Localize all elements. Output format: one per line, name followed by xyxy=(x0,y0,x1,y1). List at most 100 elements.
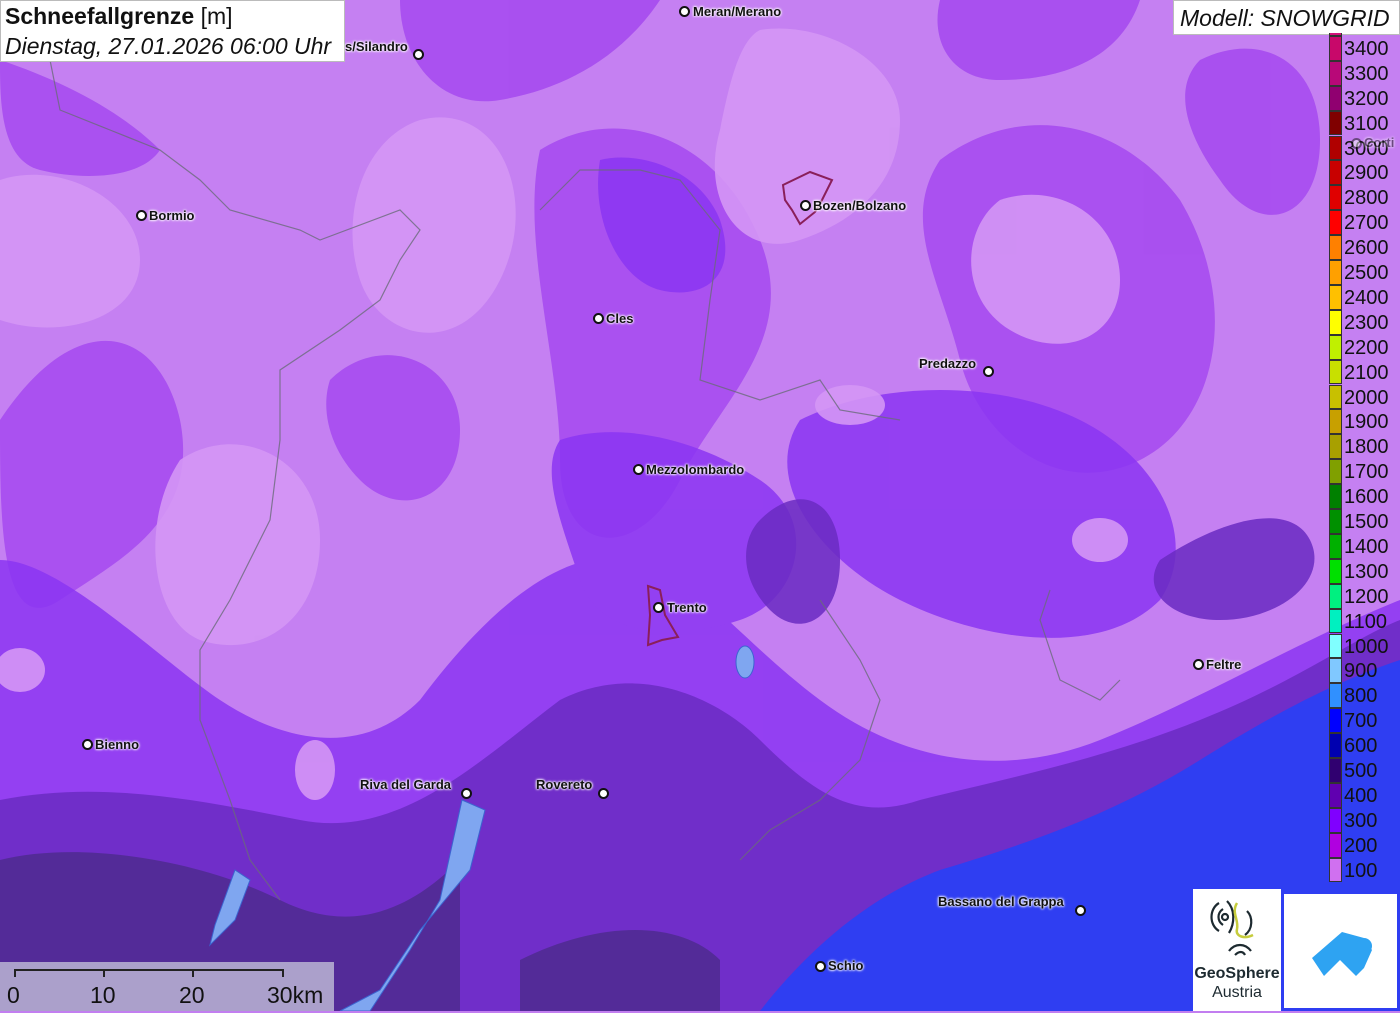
legend-swatch xyxy=(1329,359,1342,385)
city-dot[interactable] xyxy=(136,210,147,221)
legend-row: 3300 xyxy=(1329,60,1400,86)
legend-label: 1700 xyxy=(1344,461,1389,484)
mountain-cloud-icon xyxy=(1312,932,1372,976)
forecast-datetime: Dienstag, 27.01.2026 06:00 Uhr xyxy=(5,33,332,59)
legend-label: 400 xyxy=(1344,784,1378,807)
city-label-rovereto[interactable]: Rovereto xyxy=(536,777,592,792)
city-label-cles[interactable]: Cles xyxy=(606,311,633,326)
city-label-bienno[interactable]: Bienno xyxy=(95,737,139,752)
city-label-cortina[interactable]: Corti xyxy=(1364,135,1394,150)
legend-row: 700 xyxy=(1329,708,1400,734)
legend-row: 1900 xyxy=(1329,409,1400,435)
city-label-predazzo[interactable]: Predazzo xyxy=(919,356,976,371)
legend-label: 3300 xyxy=(1344,62,1389,85)
geosphere-austria-logo[interactable]: GeoSphere Austria xyxy=(1193,889,1281,1011)
legend-row: 300 xyxy=(1329,807,1400,833)
legend-label: 2400 xyxy=(1344,286,1389,309)
legend-row: 2000 xyxy=(1329,384,1400,410)
legend-swatch xyxy=(1329,807,1342,833)
legend-label: 1900 xyxy=(1344,411,1389,434)
legend-row: 3200 xyxy=(1329,85,1400,111)
city-dot[interactable] xyxy=(983,366,994,377)
legend-label: 500 xyxy=(1344,760,1378,782)
city-dot[interactable] xyxy=(800,200,811,211)
city-dot[interactable] xyxy=(461,788,472,799)
legend-label: 3400 xyxy=(1344,37,1389,60)
legend-row: 2800 xyxy=(1329,185,1400,211)
legend-swatch xyxy=(1329,608,1342,634)
legend-swatch xyxy=(1329,85,1342,111)
legend-swatch xyxy=(1329,758,1342,783)
legend-swatch xyxy=(1329,309,1342,335)
scale-label: 20 xyxy=(179,982,205,1008)
city-label-bassano[interactable]: Bassano del Grappa xyxy=(938,894,1064,909)
city-label-bormio[interactable]: Bormio xyxy=(149,208,195,223)
legend-label: 3200 xyxy=(1344,87,1389,110)
legend-row: 1600 xyxy=(1329,484,1400,509)
city-label-feltre[interactable]: Feltre xyxy=(1206,657,1241,672)
scale-bar: 0 10 20 30km xyxy=(0,962,334,1011)
legend-swatch xyxy=(1329,683,1342,709)
model-label: Modell: SNOWGRID xyxy=(1173,0,1400,35)
city-dot[interactable] xyxy=(593,313,604,324)
city-dot[interactable] xyxy=(1351,138,1362,149)
city-label-trento[interactable]: Trento xyxy=(667,600,707,615)
legend-swatch xyxy=(1329,459,1342,485)
legend-label: 1500 xyxy=(1344,511,1389,533)
city-dot[interactable] xyxy=(598,788,609,799)
legend-swatch xyxy=(1329,35,1342,61)
city-dot[interactable] xyxy=(1075,905,1086,916)
city-label-riva-del-garda[interactable]: Riva del Garda xyxy=(360,777,451,792)
legend-row: 1800 xyxy=(1329,434,1400,460)
legend-row: 900 xyxy=(1329,658,1400,684)
legend-row: 2100 xyxy=(1329,359,1400,385)
map-unit: [m] xyxy=(200,3,233,29)
city-label-mezzolombardo[interactable]: Mezzolombardo xyxy=(646,462,744,477)
scale-tick xyxy=(103,969,105,977)
legend-swatch xyxy=(1329,384,1342,410)
city-label-merano[interactable]: Meran/Merano xyxy=(693,4,781,19)
legend-swatch xyxy=(1329,733,1342,758)
snowgrid-logo[interactable] xyxy=(1284,894,1397,1008)
legend-row: 500 xyxy=(1329,758,1400,783)
legend-swatch xyxy=(1329,185,1342,211)
legend-row: 1300 xyxy=(1329,558,1400,584)
city-dot[interactable] xyxy=(653,602,664,613)
city-dot[interactable] xyxy=(413,49,424,60)
scale-tick xyxy=(192,969,194,977)
legend-row: 1700 xyxy=(1329,459,1400,485)
legend-row: 2500 xyxy=(1329,260,1400,285)
legend-swatch xyxy=(1329,832,1342,858)
legend-row: 2200 xyxy=(1329,334,1400,360)
legend-swatch xyxy=(1329,160,1342,186)
city-dot[interactable] xyxy=(1193,659,1204,670)
legend-swatch xyxy=(1329,484,1342,509)
legend-label: 1800 xyxy=(1344,436,1389,459)
city-dot[interactable] xyxy=(633,464,644,475)
city-dot[interactable] xyxy=(815,961,826,972)
legend-label: 2600 xyxy=(1344,237,1389,260)
legend-label: 600 xyxy=(1344,735,1378,758)
legend-row: 2300 xyxy=(1329,309,1400,335)
legend-row: 100 xyxy=(1329,857,1400,883)
geosphere-country: Austria xyxy=(1212,984,1262,1001)
legend-row: 400 xyxy=(1329,782,1400,808)
legend-label: 2800 xyxy=(1344,187,1389,210)
legend-row: 1200 xyxy=(1329,583,1400,609)
scale-tick xyxy=(14,969,16,977)
legend-swatch xyxy=(1329,110,1342,136)
legend-row: 1400 xyxy=(1329,533,1400,559)
color-legend: 3500340033003200310030002900280027002600… xyxy=(1329,33,1400,893)
legend-label: 2300 xyxy=(1344,311,1389,334)
city-dot[interactable] xyxy=(82,739,93,750)
legend-label: 1000 xyxy=(1344,635,1389,658)
city-label-schio[interactable]: Schio xyxy=(828,958,863,973)
city-label-bolzano[interactable]: Bozen/Bolzano xyxy=(813,198,906,213)
city-label-silandro[interactable]: s/Silandro xyxy=(345,39,408,54)
snowfall-line-map[interactable] xyxy=(0,0,1400,1011)
city-dot[interactable] xyxy=(679,6,690,17)
legend-swatch xyxy=(1329,558,1342,584)
legend-row: 200 xyxy=(1329,832,1400,858)
legend-label: 2200 xyxy=(1344,336,1389,359)
legend-row: 2600 xyxy=(1329,235,1400,260)
